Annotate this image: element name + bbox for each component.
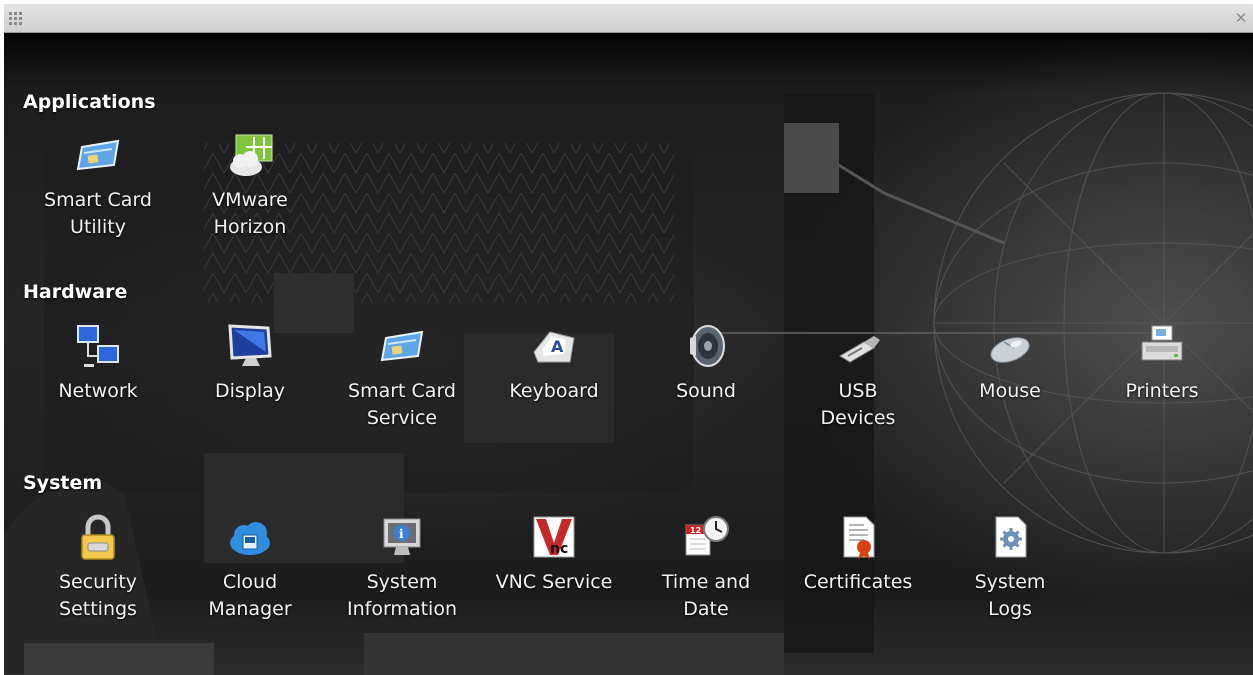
app-label: Keyboard (509, 380, 599, 402)
app-time-and-date[interactable]: 12 Time and Date (631, 513, 781, 623)
close-icon[interactable]: ✕ (1233, 10, 1249, 26)
network-icon (77, 325, 119, 367)
app-label: USB Devices (820, 380, 896, 429)
app-sound[interactable]: Sound (631, 322, 781, 405)
app-label: Network (58, 380, 138, 402)
speaker-icon (690, 325, 725, 367)
app-label: Sound (676, 380, 736, 402)
app-usb-devices[interactable]: USB Devices (783, 322, 933, 432)
app-label: Certificates (803, 571, 913, 593)
app-vmware-horizon[interactable]: VMware Horizon (175, 131, 325, 241)
usb-icon (839, 336, 880, 363)
smart-card-icon (76, 139, 120, 171)
printer-icon (1141, 325, 1183, 361)
svg-text:nc: nc (550, 541, 568, 557)
app-certificates[interactable]: Certificates (783, 513, 933, 596)
vnc-icon: nc (533, 516, 575, 558)
smart-card-icon (380, 330, 424, 362)
app-label: VNC Service (495, 571, 613, 593)
grip-icon[interactable] (9, 12, 23, 26)
app-label: Printers (1125, 380, 1199, 402)
desktop-area: Applications Smart Card Utility VMware H… (4, 33, 1253, 675)
app-smart-card-utility[interactable]: Smart Card Utility (23, 131, 173, 241)
app-network[interactable]: Network (23, 322, 173, 405)
app-printers[interactable]: Printers (1087, 322, 1237, 405)
app-label: System Information (347, 571, 457, 620)
vmware-horizon-icon (230, 134, 273, 176)
app-system-information[interactable]: i System Information (327, 513, 477, 623)
lock-icon (81, 514, 115, 560)
section-title-applications: Applications (23, 91, 156, 113)
control-center-window: ✕ Applications Smart Card Utility VMware… (4, 4, 1253, 675)
certificate-icon (843, 516, 875, 559)
app-security-settings[interactable]: Security Settings (23, 513, 173, 623)
display-icon (228, 324, 272, 366)
app-label: Security Settings (58, 571, 138, 620)
section-title-hardware: Hardware (23, 281, 128, 303)
app-smart-card-service[interactable]: Smart Card Service (327, 322, 477, 432)
app-system-logs[interactable]: System Logs (935, 513, 1085, 623)
svg-text:A: A (551, 337, 564, 356)
app-label: Mouse (979, 380, 1041, 402)
app-cloud-manager[interactable]: Cloud Manager (175, 513, 325, 623)
app-label: Time and Date (661, 571, 751, 620)
svg-text:i: i (399, 527, 404, 541)
app-display[interactable]: Display (175, 322, 325, 405)
title-bar[interactable]: ✕ (4, 4, 1253, 33)
app-label: Display (214, 380, 286, 402)
app-keyboard[interactable]: A Keyboard (479, 322, 629, 405)
app-mouse[interactable]: Mouse (935, 322, 1085, 405)
app-label: Smart Card Utility (44, 189, 152, 238)
cloud-icon (230, 522, 270, 555)
app-label: VMware Horizon (212, 189, 288, 238)
app-label: Cloud Manager (208, 571, 292, 620)
section-title-system: System (23, 472, 103, 494)
keyboard-icon: A (533, 331, 575, 363)
info-monitor-icon: i (383, 518, 421, 555)
mouse-icon (990, 337, 1030, 363)
svg-text:12: 12 (690, 526, 701, 535)
app-label: Smart Card Service (348, 380, 456, 429)
clock-calendar-icon: 12 (685, 516, 729, 556)
gear-document-icon (995, 516, 1027, 558)
app-vnc-service[interactable]: nc VNC Service (479, 513, 629, 596)
app-label: System Logs (974, 571, 1046, 620)
